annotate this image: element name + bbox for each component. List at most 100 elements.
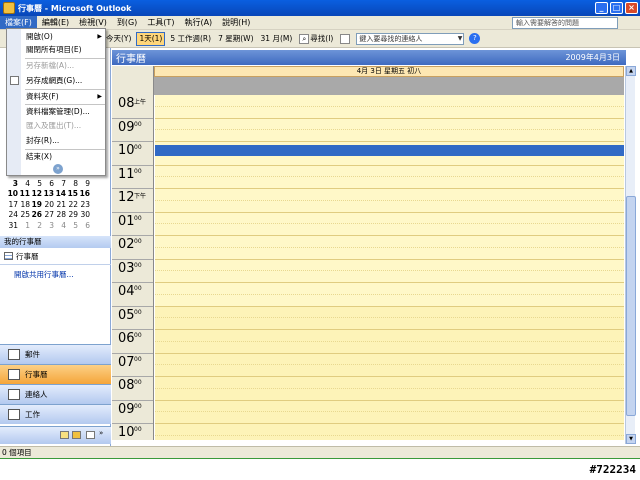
mini-calendar-day[interactable]: 18: [18, 200, 30, 211]
time-slot[interactable]: [155, 118, 624, 131]
time-slot[interactable]: [155, 341, 624, 354]
time-slot[interactable]: [155, 95, 624, 107]
file-menu-close-all[interactable]: 關閉所有項目(E): [26, 44, 104, 56]
file-menu-folder[interactable]: 資料夾(F) ▶: [26, 91, 104, 103]
mini-calendar-day[interactable]: 3: [42, 221, 54, 232]
file-menu-exit[interactable]: 結束(X): [26, 151, 104, 163]
help-search-input[interactable]: 輸入需要解答的問題: [512, 17, 618, 29]
scroll-down-icon[interactable]: ▼: [626, 434, 636, 444]
workweek-view-button[interactable]: 5 工作週(R): [168, 32, 213, 46]
scroll-thumb[interactable]: [626, 196, 636, 416]
nav-button-contacts[interactable]: 連絡人: [0, 384, 111, 404]
mini-calendar-day[interactable]: 4: [54, 221, 66, 232]
mini-calendar-day[interactable]: 5: [30, 179, 42, 190]
file-menu-archive[interactable]: 封存(R)...: [26, 135, 104, 147]
time-slot[interactable]: [155, 412, 624, 424]
open-shared-calendar-link[interactable]: 開啟共用行事曆...: [14, 269, 74, 280]
selected-time-slot[interactable]: [155, 145, 624, 156]
mini-calendar-day[interactable]: 10: [6, 189, 18, 200]
mini-calendar-day[interactable]: 24: [6, 210, 18, 221]
mini-calendar-day[interactable]: 6: [42, 179, 54, 190]
help-button[interactable]: ?: [467, 32, 483, 46]
notes-icon[interactable]: [60, 431, 69, 439]
time-slot[interactable]: [155, 200, 624, 213]
close-icon[interactable]: ×: [625, 2, 638, 14]
file-menu-open[interactable]: 開啟(O) ▶: [26, 31, 104, 43]
day-view-button[interactable]: 1天(1): [136, 31, 166, 46]
file-menu-data-file-management[interactable]: 資料檔案管理(D)...: [26, 106, 104, 118]
mini-calendar-day[interactable]: 1: [18, 221, 30, 232]
mini-calendar-day[interactable]: 2: [30, 221, 42, 232]
mini-calendar-day[interactable]: 20: [42, 200, 54, 211]
mini-calendar-day[interactable]: 26: [30, 210, 42, 221]
scroll-up-icon[interactable]: ▲: [626, 66, 636, 76]
time-slot[interactable]: [155, 294, 624, 307]
time-slot[interactable]: [155, 318, 624, 330]
mini-calendar-day[interactable]: 6: [78, 221, 90, 232]
time-slot[interactable]: [155, 306, 624, 319]
time-slot[interactable]: [155, 177, 624, 189]
mini-calendar-day[interactable]: 11: [18, 189, 30, 200]
mini-calendar-day[interactable]: 19: [30, 200, 42, 211]
mini-calendar-day[interactable]: 14: [54, 189, 66, 200]
menu-help[interactable]: 說明(H): [217, 16, 255, 29]
mini-calendar-day[interactable]: 8: [66, 179, 78, 190]
mini-calendar-day[interactable]: 31: [6, 221, 18, 232]
time-slot[interactable]: [155, 283, 624, 295]
mini-calendar-day[interactable]: 15: [66, 189, 78, 200]
time-slot[interactable]: [155, 165, 624, 178]
mini-calendar-day[interactable]: 7: [54, 179, 66, 190]
time-slot[interactable]: [155, 424, 624, 436]
mini-calendar-day[interactable]: 9: [78, 179, 90, 190]
mini-calendar-day[interactable]: 3: [6, 179, 18, 190]
mini-calendar-day[interactable]: 22: [66, 200, 78, 211]
chevron-down-icon[interactable]: ▼: [458, 34, 463, 44]
time-slot[interactable]: [155, 435, 624, 440]
menu-actions[interactable]: 執行(A): [179, 16, 217, 29]
nav-button-mail[interactable]: 郵件: [0, 344, 111, 364]
time-slot[interactable]: [155, 365, 624, 377]
mini-calendar-day[interactable]: 25: [18, 210, 30, 221]
find-contact-input[interactable]: 鍵入要尋找的連絡人 ▼: [356, 32, 465, 45]
folder-list-icon[interactable]: [72, 431, 81, 439]
day-header[interactable]: 4月 3日 星期五 初八: [154, 66, 624, 77]
time-slot[interactable]: [155, 189, 624, 201]
all-day-event-area[interactable]: [154, 77, 624, 95]
maximize-icon[interactable]: □: [610, 2, 623, 14]
menu-go[interactable]: 到(G): [112, 16, 142, 29]
minimize-icon[interactable]: _: [595, 2, 608, 14]
mini-calendar-day[interactable]: 21: [54, 200, 66, 211]
month-view-button[interactable]: 31 月(M): [259, 32, 295, 46]
nav-button-calendar[interactable]: 行事曆: [0, 364, 111, 384]
week-view-button[interactable]: 7 星期(W): [216, 32, 255, 46]
today-button[interactable]: 今天(Y): [104, 32, 133, 46]
time-slot[interactable]: [155, 377, 624, 389]
mini-calendar-day[interactable]: 27: [42, 210, 54, 221]
shortcuts-icon[interactable]: [86, 431, 95, 439]
configure-buttons-icon[interactable]: »: [99, 429, 108, 437]
mini-calendar-day[interactable]: 28: [54, 210, 66, 221]
expand-menu-icon[interactable]: »: [53, 164, 63, 174]
mini-calendar-day[interactable]: 16: [78, 189, 90, 200]
mini-calendar-day[interactable]: 30: [78, 210, 90, 221]
mini-calendar-day[interactable]: 23: [78, 200, 90, 211]
time-slot[interactable]: [155, 353, 624, 366]
time-slot[interactable]: [155, 106, 624, 119]
mini-calendar-day[interactable]: 13: [42, 189, 54, 200]
mini-calendar-day[interactable]: 5: [66, 221, 78, 232]
mini-calendar-day[interactable]: 17: [6, 200, 18, 211]
vertical-scrollbar[interactable]: ▲ ▼: [625, 66, 636, 444]
calendar-item[interactable]: 行事曆: [4, 250, 39, 262]
nav-button-tasks[interactable]: 工作: [0, 404, 111, 424]
time-slot[interactable]: [155, 247, 624, 260]
mini-calendar-day[interactable]: 12: [30, 189, 42, 200]
time-slot[interactable]: [155, 130, 624, 142]
mini-calendar-day[interactable]: 29: [66, 210, 78, 221]
file-menu-save-as-web[interactable]: 另存成網頁(G)...: [26, 75, 104, 87]
time-slot[interactable]: [155, 224, 624, 236]
mini-calendar-day[interactable]: 4: [18, 179, 30, 190]
time-slot[interactable]: [155, 212, 624, 225]
time-slot[interactable]: [155, 236, 624, 248]
time-slot[interactable]: [155, 388, 624, 401]
time-slot[interactable]: [155, 400, 624, 413]
